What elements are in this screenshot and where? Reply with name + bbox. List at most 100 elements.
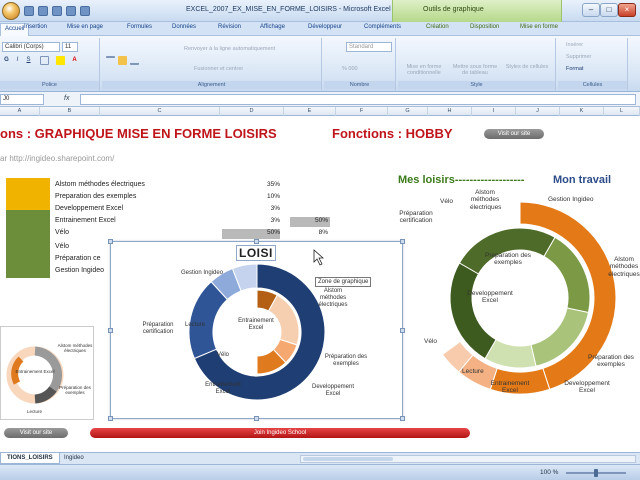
column-header[interactable]: I bbox=[472, 107, 516, 116]
maximize-button[interactable]: □ bbox=[600, 3, 618, 17]
mini-doughnut-chart[interactable]: Alstom méthodes électriques Entrainement… bbox=[0, 326, 94, 420]
tab-formules[interactable]: Formules bbox=[127, 24, 152, 30]
group-label-alignement: Alignement bbox=[102, 81, 321, 89]
zoom-slider-knob[interactable] bbox=[594, 469, 598, 477]
borders-icon[interactable] bbox=[40, 56, 49, 65]
column-header[interactable]: K bbox=[560, 107, 604, 116]
align-top-icon[interactable] bbox=[106, 56, 115, 65]
italic-icon[interactable]: I bbox=[13, 56, 22, 65]
column-header[interactable]: F bbox=[336, 107, 388, 116]
group-cellules: Insérer Supprimer Format Cellules bbox=[558, 38, 628, 90]
sheet-tab-ingideo[interactable]: Ingideo bbox=[58, 453, 90, 464]
fill-color-icon[interactable] bbox=[56, 56, 65, 65]
column-header[interactable]: E bbox=[284, 107, 336, 116]
number-format-select[interactable]: Standard bbox=[346, 42, 392, 52]
print-icon[interactable] bbox=[66, 6, 76, 16]
tab-insertion[interactable]: Insertion bbox=[24, 24, 47, 30]
ribbon: Calibri (Corps) 11 G I S A Police Renvoy… bbox=[0, 36, 640, 92]
visit-site-button-2[interactable]: Visit our site bbox=[4, 428, 68, 438]
format-as-table-button[interactable]: Mettre sous forme de tableau bbox=[450, 64, 500, 76]
mini-chart-label: Alstom méthodes électriques bbox=[57, 343, 93, 354]
chart-label: Vélo bbox=[440, 198, 454, 205]
table-row-label: Gestion Ingideo bbox=[55, 267, 105, 274]
font-name-select[interactable]: Calibri (Corps) bbox=[2, 42, 60, 52]
title-bar: EXCEL_2007_EX_MISE_EN_FORME_LOISIRS - Mi… bbox=[0, 0, 640, 22]
sheet-tab-loisirs[interactable]: TIONS_LOISIRS bbox=[0, 453, 60, 464]
table-row-label: Préparation ce bbox=[55, 255, 101, 262]
group-label-cellules: Cellules bbox=[558, 81, 627, 89]
column-header[interactable]: D bbox=[220, 107, 284, 116]
bold-icon[interactable]: G bbox=[2, 56, 11, 65]
visit-site-button[interactable]: Visit our site bbox=[484, 129, 544, 139]
delete-cells-button[interactable]: Supprimer bbox=[566, 54, 591, 60]
column-header[interactable]: B bbox=[40, 107, 100, 116]
save-icon[interactable] bbox=[24, 6, 34, 16]
font-size-select[interactable]: 11 bbox=[62, 42, 78, 52]
table-cell-pct2-selected[interactable]: 50% bbox=[290, 217, 330, 227]
chart-label: Alstom méthodes électriques bbox=[470, 189, 502, 211]
formula-input[interactable] bbox=[80, 94, 636, 105]
column-header[interactable]: C bbox=[100, 107, 220, 116]
chart-label: Préparation certification bbox=[399, 210, 433, 225]
tab-mise-en-page[interactable]: Mise en page bbox=[67, 24, 103, 30]
tab-complements[interactable]: Compléments bbox=[364, 24, 401, 30]
table-row-label: Vélo bbox=[55, 229, 70, 236]
tab-mise-en-forme[interactable]: Mise en forme bbox=[520, 24, 558, 30]
color-swatch-green bbox=[6, 210, 50, 278]
tab-developpeur[interactable]: Développeur bbox=[308, 24, 342, 30]
align-bottom-icon[interactable] bbox=[130, 56, 139, 65]
table-cell-pct2: 8% bbox=[318, 229, 328, 236]
group-label-nombre: Nombre bbox=[324, 81, 395, 89]
excel-window: EXCEL_2007_EX_MISE_EN_FORME_LOISIRS - Mi… bbox=[0, 0, 640, 480]
chart-label: Alstom méthodes électriques bbox=[608, 256, 640, 278]
chart-label: Gestion Ingideo bbox=[548, 196, 594, 203]
column-header[interactable]: A bbox=[0, 107, 40, 116]
scroll-thumb[interactable] bbox=[303, 457, 393, 461]
quick-access-menu-icon[interactable] bbox=[80, 6, 90, 16]
underline-icon[interactable]: S bbox=[24, 56, 33, 65]
table-row-label: Entrainement Excel bbox=[55, 217, 116, 224]
table-row-label: Preparation des exemples bbox=[55, 193, 137, 200]
tab-donnees[interactable]: Données bbox=[172, 24, 196, 30]
worksheet[interactable]: ons : GRAPHIQUE MISE EN FORME LOISIRS Fo… bbox=[0, 116, 640, 452]
undo-icon[interactable] bbox=[38, 6, 48, 16]
conditional-format-button[interactable]: Mise en forme conditionnelle bbox=[400, 64, 448, 76]
column-header[interactable]: G bbox=[388, 107, 428, 116]
column-header[interactable]: J bbox=[516, 107, 560, 116]
wrap-text-button[interactable]: Renvoyer à la ligne automatiquement bbox=[184, 46, 275, 52]
tab-creation[interactable]: Création bbox=[426, 24, 449, 30]
percent-format-button[interactable]: % 000 bbox=[342, 66, 358, 72]
chart-label: Vélo bbox=[424, 338, 438, 345]
mini-chart-label: Lecture bbox=[27, 409, 43, 414]
table-cell-pct: 3% bbox=[270, 217, 280, 224]
office-button[interactable] bbox=[2, 2, 20, 20]
font-color-icon[interactable]: A bbox=[70, 56, 79, 65]
merge-center-button[interactable]: Fusionner et centrer bbox=[194, 66, 243, 72]
insert-cells-button[interactable]: Insérer bbox=[566, 42, 583, 48]
sheet-heading: ons : GRAPHIQUE MISE EN FORME LOISIRS bbox=[0, 126, 277, 141]
table-cell-pct: 10% bbox=[266, 193, 280, 200]
chart-label: Alstom méthodes électriques bbox=[318, 288, 348, 308]
tab-disposition[interactable]: Disposition bbox=[470, 24, 499, 30]
name-box[interactable]: J0 bbox=[0, 94, 44, 105]
fx-icon[interactable]: fx bbox=[64, 95, 69, 102]
cell-styles-button[interactable]: Styles de cellules bbox=[504, 64, 550, 70]
align-center-icon[interactable] bbox=[118, 56, 127, 65]
status-bar: 100 % bbox=[0, 464, 640, 480]
chart-label: Préparation des exemples bbox=[588, 354, 634, 369]
tab-revision[interactable]: Révision bbox=[218, 24, 241, 30]
sheet-heading-hobby: Fonctions : HOBBY bbox=[332, 126, 453, 141]
format-cells-button[interactable]: Format bbox=[566, 66, 583, 72]
join-school-button[interactable]: Join Ingideo School bbox=[90, 428, 470, 438]
minimize-button[interactable]: – bbox=[582, 3, 600, 17]
tab-affichage[interactable]: Affichage bbox=[260, 24, 285, 30]
table-cell-pct-selected[interactable]: 50% bbox=[222, 229, 280, 239]
column-header[interactable]: L bbox=[604, 107, 640, 116]
window-title: EXCEL_2007_EX_MISE_EN_FORME_LOISIRS - Mi… bbox=[186, 6, 391, 13]
selected-chart[interactable]: LOISI Zone de graphique Gestion Ingideo … bbox=[108, 239, 405, 421]
close-button[interactable]: × bbox=[618, 3, 636, 17]
horizontal-scrollbar[interactable] bbox=[300, 455, 636, 463]
redo-icon[interactable] bbox=[52, 6, 62, 16]
column-header[interactable]: H bbox=[428, 107, 472, 116]
chart-label: Entrainement Excel bbox=[205, 382, 241, 395]
